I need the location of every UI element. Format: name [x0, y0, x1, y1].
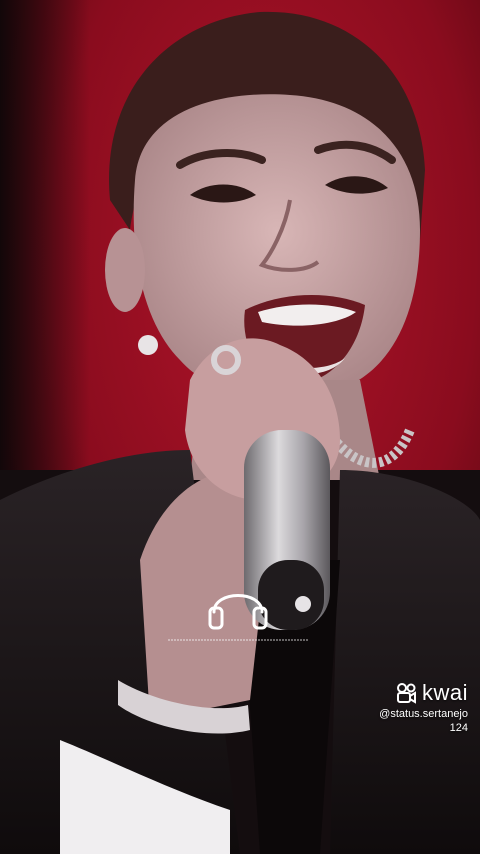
handle-count: 124: [449, 722, 468, 734]
headphones-icon: [208, 594, 268, 630]
ear: [105, 228, 145, 312]
earring: [138, 335, 158, 355]
brand-name: kwai: [421, 680, 468, 705]
kwai-logo-icon: [396, 683, 416, 704]
account-handle: @status.sertanejo: [379, 708, 468, 720]
audio-overlay: [168, 594, 308, 641]
jacket-right: [330, 470, 480, 854]
video-frame: kwai @status.sertanejo 124: [0, 0, 480, 854]
kwai-watermark: kwai @status.sertanejo 124: [379, 680, 468, 734]
brand-row: kwai: [379, 680, 468, 706]
